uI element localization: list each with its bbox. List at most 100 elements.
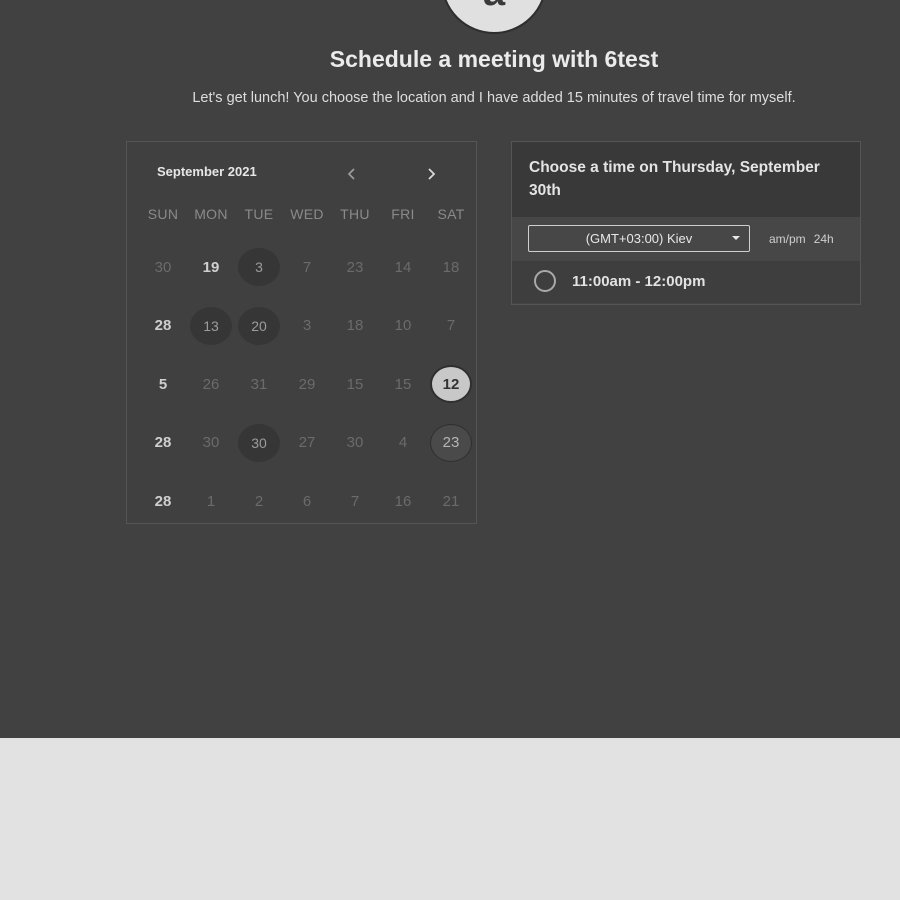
format-24h-option[interactable]: 24h [814, 232, 834, 246]
calendar-day: 6 [283, 481, 331, 521]
calendar-day-number: 31 [250, 375, 268, 393]
calendar-day-number: 13 [190, 306, 232, 345]
weekday-label: FRI [391, 206, 415, 222]
calendar-day-number: 3 [302, 317, 312, 335]
calendar-day-number: 1 [206, 492, 216, 510]
calendar-day-number: 26 [202, 375, 220, 393]
calendar-day-number: 30 [346, 434, 364, 452]
weekday-label: SAT [437, 206, 465, 222]
meeting-description: Let's get lunch! You choose the location… [192, 90, 796, 106]
calendar-day: 26 [187, 364, 235, 404]
calendar-day: 30 [331, 423, 379, 463]
calendar-day-number: 4 [398, 434, 408, 452]
calendar-day: 28 [139, 306, 187, 346]
calendar-day-number: 18 [442, 258, 460, 276]
calendar-week-row: 5 26 31 29 15 15 12 [139, 355, 475, 414]
calendar-day-number: 15 [394, 375, 412, 393]
weekday-label: SUN [147, 206, 179, 222]
calendar-day: 7 [283, 247, 331, 287]
calendar-month-label: September 2021 [157, 164, 257, 179]
calendar-day: 7 [331, 481, 379, 521]
calendar-day-number: 5 [158, 375, 168, 393]
calendar-day-number: 3 [238, 248, 280, 287]
calendar-day: 21 [427, 481, 475, 521]
time-slot-label: 11:00am - 12:00pm [572, 273, 706, 290]
calendar-day: 15 [331, 364, 379, 404]
scheduling-page: a Schedule a meeting with 6test Let's ge… [0, 0, 900, 738]
time-format-toggle: am/pm 24h [769, 232, 834, 246]
calendar-day-available[interactable]: 20 [235, 306, 283, 346]
calendar-day-number: 7 [302, 258, 312, 276]
calendar-day: 1 [187, 481, 235, 521]
time-panel-header: Choose a time on Thursday, September 30t… [512, 142, 860, 217]
calendar-day: 15 [379, 364, 427, 404]
calendar-day-number: 14 [394, 258, 412, 276]
timezone-value: (GMT+03:00) Kiev [585, 231, 693, 246]
calendar-day-number: 16 [394, 492, 412, 510]
calendar-week-row: 28 1 2 6 7 16 21 [139, 472, 475, 531]
chevron-right-icon [428, 168, 436, 180]
timezone-select[interactable]: (GMT+03:00) Kiev [528, 225, 750, 252]
calendar-day-available[interactable]: 3 [235, 247, 283, 287]
page-title: Schedule a meeting with 6test [329, 46, 659, 72]
format-ampm-option[interactable]: am/pm [769, 232, 806, 246]
calendar-day: 28 [139, 481, 187, 521]
calendar-week-row: 30 19 3 7 23 14 18 [139, 238, 475, 297]
calendar-day: 30 [139, 247, 187, 287]
calendar-day-number: 28 [154, 492, 172, 510]
calendar-week-row: 28 30 30 27 30 4 23 [139, 414, 475, 473]
calendar-day-number: 6 [302, 492, 312, 510]
calendar-day-selected[interactable]: 12 [427, 364, 475, 404]
calendar-day-number: 18 [346, 317, 364, 335]
calendar-day: 28 [139, 423, 187, 463]
calendar-day: 5 [139, 364, 187, 404]
weekday-label: MON [194, 206, 228, 222]
calendar-day: 27 [283, 423, 331, 463]
calendar-day-number: 7 [446, 317, 456, 335]
calendar-day-number: 10 [394, 317, 412, 335]
selected-date-heading: Choose a time on Thursday, September 30t… [529, 159, 820, 199]
calendar-day: 4 [379, 423, 427, 463]
calendar-day-available[interactable]: 13 [187, 306, 235, 346]
weekday-label: TUE [244, 206, 274, 222]
calendar-day-number: 28 [154, 434, 172, 452]
time-slot-option[interactable]: 11:00am - 12:00pm [512, 261, 860, 303]
calendar-day-number: 19 [202, 258, 220, 276]
calendar-week-row: 28 13 20 3 18 10 7 [139, 297, 475, 356]
calendar-day: 29 [283, 364, 331, 404]
calendar-day: 10 [379, 306, 427, 346]
next-month-button[interactable] [420, 162, 442, 186]
calendar-day-number: 30 [154, 258, 172, 276]
calendar-day: 31 [235, 364, 283, 404]
calendar-day-number: 7 [350, 492, 360, 510]
prev-month-button[interactable] [341, 162, 363, 186]
calendar-day: 23 [331, 247, 379, 287]
chevron-left-icon [347, 168, 355, 180]
calendar-day-available[interactable]: 23 [427, 423, 475, 463]
calendar-day: 2 [235, 481, 283, 521]
calendar-day: 3 [283, 306, 331, 346]
calendar-day-number: 30 [238, 423, 280, 462]
avatar-initial: a [443, 0, 545, 12]
calendar-day-number: 30 [202, 434, 220, 452]
calendar-day: 18 [427, 247, 475, 287]
timezone-row: (GMT+03:00) Kiev am/pm 24h [512, 217, 860, 261]
time-selection-panel: Choose a time on Thursday, September 30t… [511, 141, 861, 305]
date-picker-calendar: September 2021 SUN MON TUE WED THU FRI S… [126, 141, 477, 524]
calendar-day: 18 [331, 306, 379, 346]
weekday-label: THU [340, 206, 370, 222]
radio-circle-icon[interactable] [534, 270, 556, 292]
calendar-day-grid: 30 19 3 7 23 14 18 28 13 20 3 18 10 7 5 26 31 29 15 15 12 28 3… [139, 238, 475, 531]
calendar-day-number: 27 [298, 434, 316, 452]
calendar-day-number: 20 [238, 306, 280, 345]
calendar-day-available[interactable]: 30 [235, 423, 283, 463]
calendar-day-number: 21 [442, 492, 460, 510]
calendar-day: 7 [427, 306, 475, 346]
calendar-day-number: 15 [346, 375, 364, 393]
calendar-day: 19 [187, 247, 235, 287]
calendar-day-number: 12 [430, 365, 472, 404]
calendar-day: 16 [379, 481, 427, 521]
calendar-day-number: 23 [346, 258, 364, 276]
calendar-day-number: 29 [298, 375, 316, 393]
calendar-day-number: 23 [430, 423, 472, 462]
